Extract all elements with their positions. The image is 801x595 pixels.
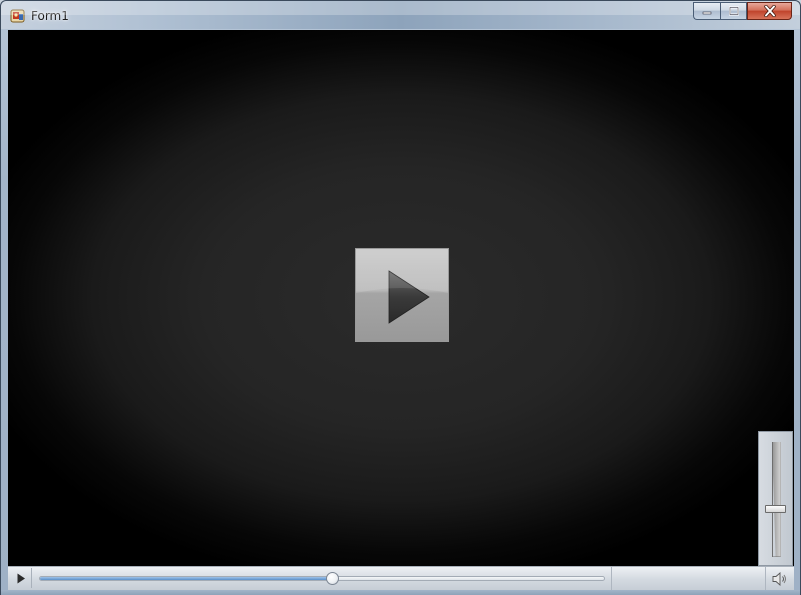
- volume-level-wedge: [772, 442, 781, 557]
- divider: [765, 567, 766, 590]
- title-bar[interactable]: Form1: [1, 1, 800, 29]
- window-title: Form1: [31, 9, 69, 23]
- seek-slider-thumb[interactable]: [326, 572, 340, 585]
- play-icon: [356, 249, 448, 324]
- minimize-icon: [702, 11, 712, 15]
- divider: [611, 567, 612, 590]
- volume-panel: [758, 431, 793, 566]
- speaker-icon: [772, 571, 786, 586]
- form-app-icon[interactable]: [10, 8, 26, 24]
- volume-slider-thumb[interactable]: [765, 504, 786, 513]
- play-icon: [17, 573, 25, 583]
- maximize-icon: [728, 6, 739, 16]
- close-icon: [763, 5, 776, 17]
- app-window: Form1: [0, 0, 801, 595]
- play-overlay-button[interactable]: [355, 248, 449, 342]
- control-bar: [8, 566, 794, 590]
- seek-progress-fill: [40, 577, 334, 580]
- seek-bar[interactable]: [39, 572, 605, 585]
- mute-button[interactable]: [768, 568, 792, 589]
- maximize-button[interactable]: [720, 2, 747, 20]
- caption-buttons: [693, 2, 792, 21]
- minimize-button[interactable]: [693, 2, 720, 20]
- media-player: [8, 30, 794, 590]
- video-display[interactable]: [8, 30, 794, 566]
- close-button[interactable]: [747, 2, 792, 20]
- window-frame-bottom: [1, 590, 800, 595]
- play-button[interactable]: [10, 568, 32, 588]
